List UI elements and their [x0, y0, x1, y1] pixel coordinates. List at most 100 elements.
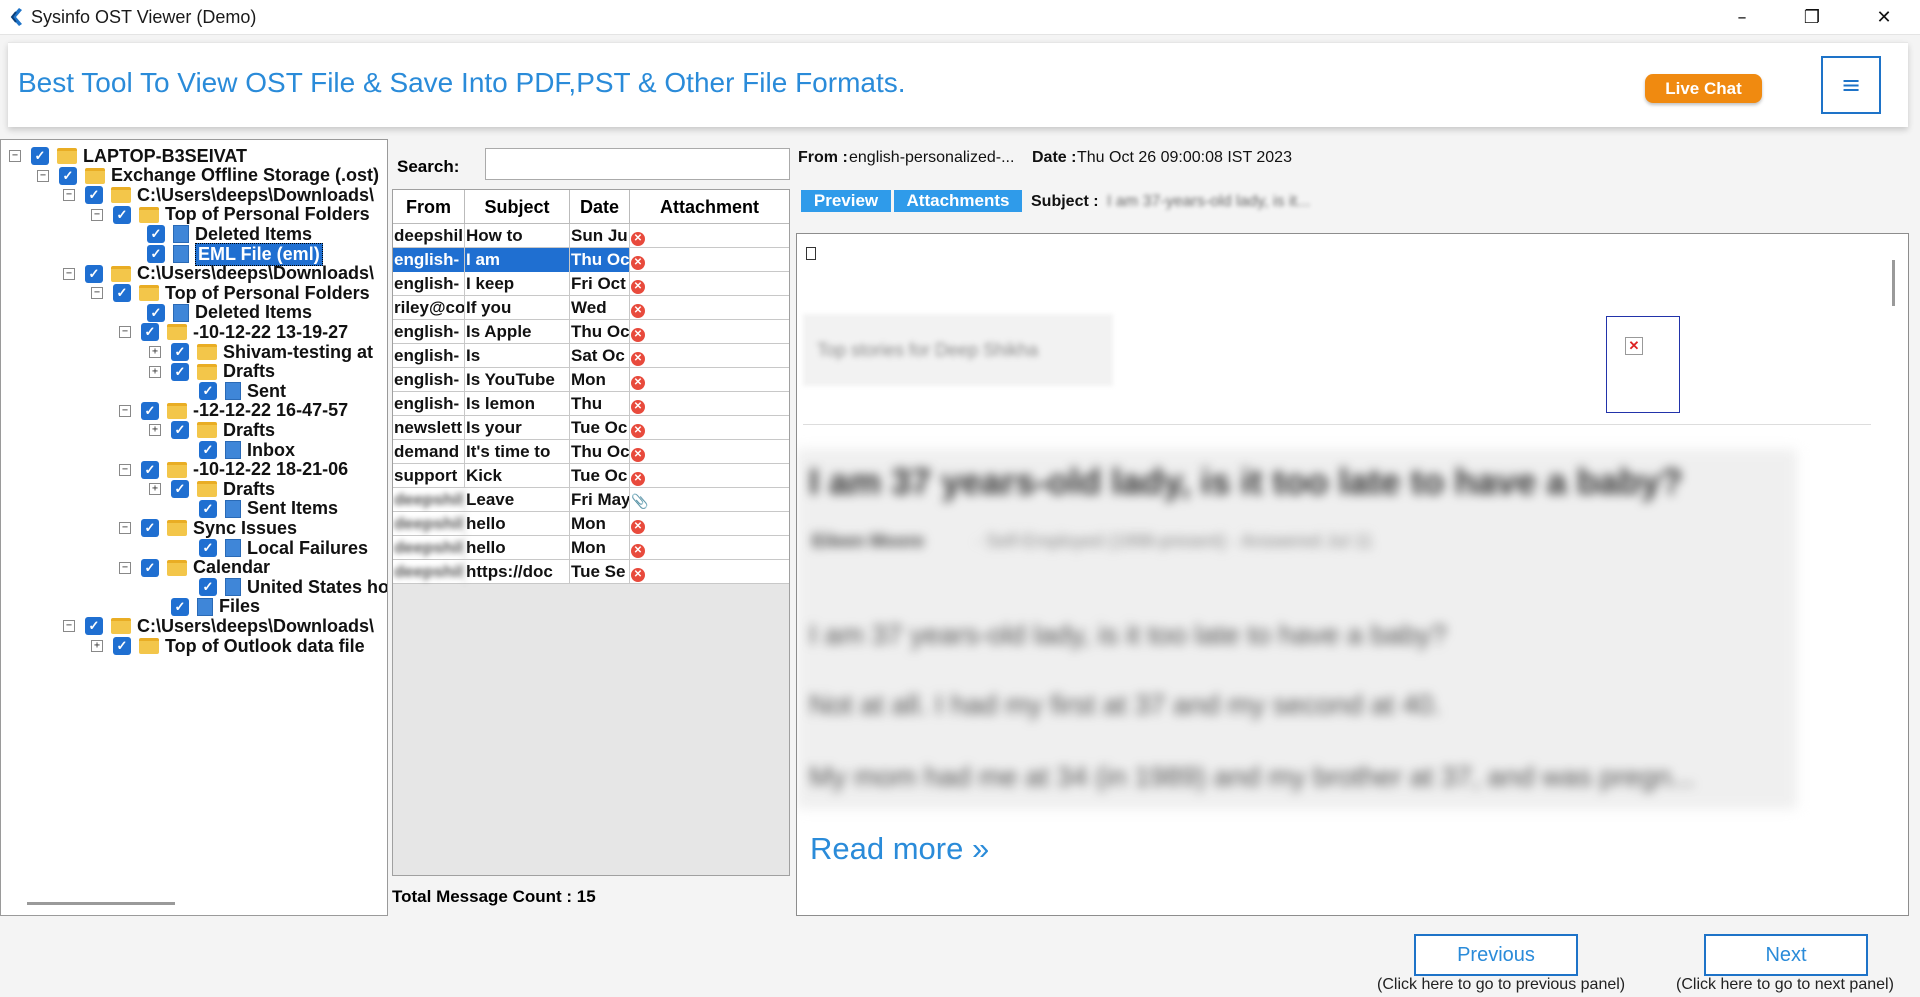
- column-header-subject[interactable]: Subject: [465, 190, 570, 224]
- title-bar: Sysinfo OST Viewer (Demo) – ❐ ✕: [0, 0, 1920, 35]
- collapse-icon[interactable]: −: [9, 150, 21, 162]
- folder-icon: [167, 324, 187, 341]
- minimize-button[interactable]: –: [1714, 0, 1770, 35]
- cell-attachment: ✕: [630, 272, 789, 296]
- folder-icon: [167, 559, 187, 576]
- tree-checkbox[interactable]: ✓: [141, 519, 159, 538]
- tree-checkbox[interactable]: ✓: [141, 401, 159, 420]
- cell-date: Sat Oc: [570, 344, 630, 368]
- collapse-icon[interactable]: −: [91, 208, 103, 221]
- column-header-from[interactable]: From: [393, 190, 465, 224]
- tree-checkbox[interactable]: ✓: [141, 323, 159, 342]
- tree-checkbox[interactable]: ✓: [141, 460, 159, 479]
- cell-subject: I keep: [465, 272, 570, 296]
- table-row[interactable]: deepshil https://doc Tue Se ✕: [393, 560, 789, 584]
- table-row[interactable]: riley@co If you Wed ✕: [393, 296, 789, 320]
- cell-date: Fri Oct: [570, 272, 630, 296]
- expand-icon[interactable]: +: [149, 424, 161, 437]
- read-more-link[interactable]: Read more »: [810, 831, 989, 867]
- tree-checkbox[interactable]: ✓: [171, 421, 189, 440]
- mail-folder-icon: [173, 245, 189, 263]
- preview-scrollbar[interactable]: [1892, 260, 1895, 306]
- collapse-icon[interactable]: −: [63, 267, 75, 280]
- expand-icon[interactable]: +: [149, 483, 161, 496]
- tree-checkbox[interactable]: ✓: [113, 284, 131, 303]
- hamburger-menu-button[interactable]: ≡: [1821, 56, 1881, 114]
- table-row[interactable]: newslett Is your Tue Oc ✕: [393, 416, 789, 440]
- collapse-icon[interactable]: −: [91, 287, 103, 300]
- table-row[interactable]: english- I keep Fri Oct ✕: [393, 272, 789, 296]
- tree-horizontal-scrollbar[interactable]: [27, 902, 175, 905]
- tree-node[interactable]: + ✓ Top of Outlook data file: [91, 634, 365, 658]
- cell-from: english-: [393, 344, 465, 368]
- tree-checkbox[interactable]: ✓: [85, 186, 103, 205]
- table-row[interactable]: deepshil How to Sun Ju ✕: [393, 224, 789, 248]
- tree-checkbox[interactable]: ✓: [141, 558, 159, 577]
- collapse-icon[interactable]: −: [63, 620, 75, 633]
- collapse-icon[interactable]: −: [63, 189, 75, 202]
- tree-checkbox[interactable]: ✓: [199, 539, 217, 557]
- tree-checkbox[interactable]: ✓: [147, 303, 165, 322]
- folder-icon: [139, 285, 159, 302]
- tree-checkbox[interactable]: ✓: [199, 499, 217, 518]
- tree-checkbox[interactable]: ✓: [171, 362, 189, 381]
- table-row[interactable]: english- Is YouTube Mon ✕: [393, 368, 789, 392]
- cell-subject: If you: [465, 296, 570, 320]
- attachments-tab[interactable]: Attachments: [894, 190, 1022, 212]
- mail-folder-icon: [173, 225, 189, 244]
- table-row[interactable]: demand It's time to Thu Oc ✕: [393, 440, 789, 464]
- table-row[interactable]: english- Is Sat Oc ✕: [393, 344, 789, 368]
- tree-checkbox[interactable]: ✓: [147, 225, 165, 244]
- collapse-icon[interactable]: −: [119, 522, 131, 535]
- cell-attachment: ✕: [630, 416, 789, 440]
- tree-checkbox[interactable]: ✓: [113, 205, 131, 224]
- restore-button[interactable]: ❐: [1784, 0, 1840, 35]
- tree-checkbox[interactable]: ✓: [199, 578, 217, 597]
- tree-checkbox[interactable]: ✓: [199, 441, 217, 459]
- cell-from: english-: [393, 320, 465, 344]
- expand-icon[interactable]: +: [91, 640, 103, 652]
- mail-folder-icon: [225, 499, 241, 518]
- no-attachment-icon: ✕: [631, 328, 645, 342]
- column-header-attachment[interactable]: Attachment: [630, 190, 789, 224]
- top-stories-label: Top stories for Deep Shikha: [817, 340, 1039, 360]
- table-row[interactable]: english- Is Apple Thu Oc ✕: [393, 320, 789, 344]
- tree-checkbox[interactable]: ✓: [85, 264, 103, 283]
- tree-checkbox[interactable]: ✓: [59, 166, 77, 185]
- table-row[interactable]: english- I am Thu Oc ✕: [393, 248, 789, 272]
- table-row[interactable]: support Kick Tue Oc ✕: [393, 464, 789, 488]
- tree-checkbox[interactable]: ✓: [147, 245, 165, 263]
- collapse-icon[interactable]: −: [37, 169, 49, 182]
- tree-checkbox[interactable]: ✓: [199, 382, 217, 401]
- tree-checkbox[interactable]: ✓: [85, 617, 103, 636]
- column-header-date[interactable]: Date: [570, 190, 630, 224]
- tree-checkbox[interactable]: ✓: [171, 597, 189, 616]
- expand-icon[interactable]: +: [149, 346, 161, 358]
- tree-checkbox[interactable]: ✓: [31, 147, 49, 165]
- tree-checkbox[interactable]: ✓: [171, 480, 189, 499]
- tree-checkbox[interactable]: ✓: [113, 637, 131, 655]
- expand-icon[interactable]: +: [149, 365, 161, 378]
- previous-button[interactable]: Previous: [1414, 934, 1578, 976]
- collapse-icon[interactable]: −: [119, 326, 131, 339]
- preview-tab[interactable]: Preview: [801, 190, 891, 212]
- tree-checkbox[interactable]: ✓: [171, 343, 189, 361]
- table-row[interactable]: deepshil Leave Fri May 📎: [393, 488, 789, 512]
- collapse-icon[interactable]: −: [119, 561, 131, 574]
- message-preview-pane[interactable]: Top stories for Deep Shikha ✕ I am 37 ye…: [796, 233, 1909, 916]
- cell-date: Tue Oc: [570, 416, 630, 440]
- table-row[interactable]: deepshil hello Mon ✕: [393, 536, 789, 560]
- next-button[interactable]: Next: [1704, 934, 1868, 976]
- cell-from: english-: [393, 248, 465, 272]
- search-input[interactable]: [485, 148, 790, 180]
- close-button[interactable]: ✕: [1856, 0, 1912, 35]
- live-chat-button[interactable]: Live Chat: [1645, 74, 1762, 103]
- cell-from: deepshil: [393, 536, 465, 560]
- collapse-icon[interactable]: −: [119, 463, 131, 476]
- preview-line-3: My mom had me at 34 (in 1989) and my bro…: [809, 761, 1695, 792]
- collapse-icon[interactable]: −: [119, 404, 131, 417]
- table-row[interactable]: english- Is lemon Thu ✕: [393, 392, 789, 416]
- cell-from: deepshil: [393, 560, 465, 584]
- table-row[interactable]: deepshil hello Mon ✕: [393, 512, 789, 536]
- divider: [803, 424, 1871, 425]
